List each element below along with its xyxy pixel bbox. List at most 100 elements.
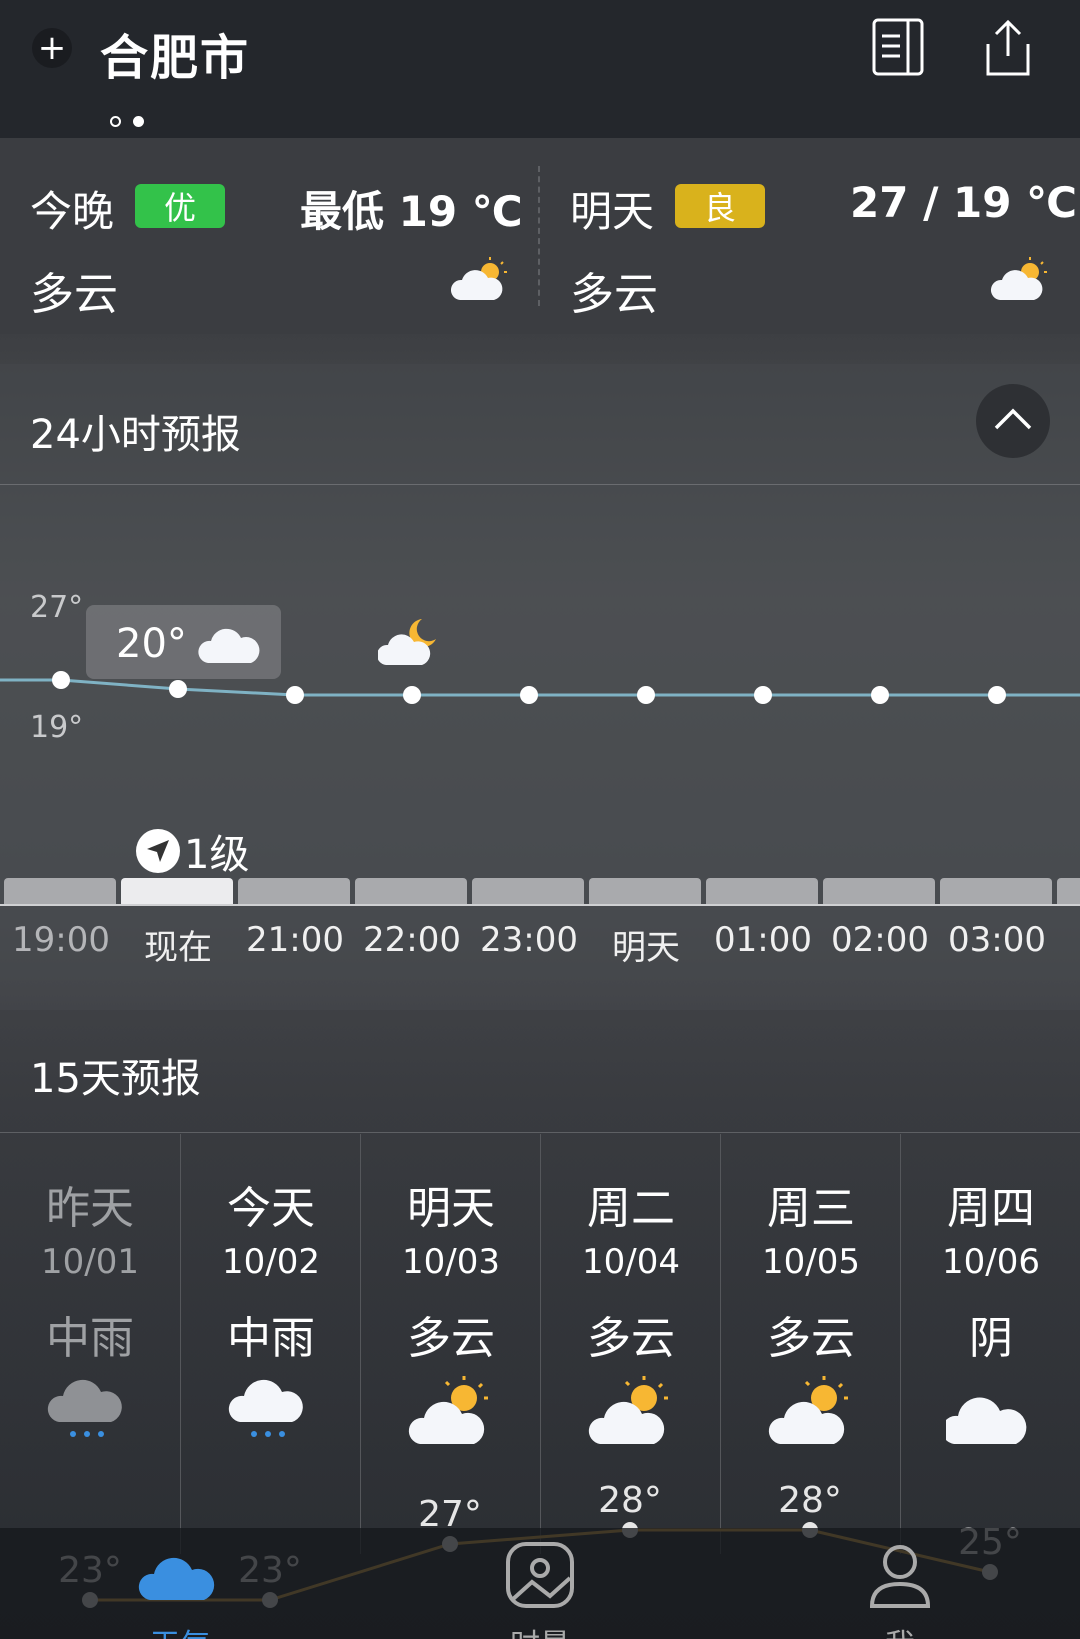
tonight-label: 今晚 [30, 187, 115, 236]
hour-label: 23:00 [480, 920, 578, 960]
hourly-title: 24小时预报 [30, 412, 241, 458]
wind-bar [472, 878, 584, 904]
wind-bar [238, 878, 350, 904]
wind-level: 1级 [136, 822, 249, 880]
aqi-text: 良 [703, 189, 736, 227]
day-name: 周四 [947, 1183, 1035, 1234]
temp-point [754, 686, 772, 704]
wind-bar [706, 878, 818, 904]
tooltip-temp: 20° [116, 621, 187, 667]
day-date: 10/01 [41, 1242, 139, 1282]
day-condition: 多云 [587, 1313, 675, 1364]
hour-label: 明天 [612, 928, 680, 968]
chevron-up-icon [994, 408, 1032, 430]
nav-label: 天气 [120, 1620, 240, 1639]
high-label: 28° [598, 1480, 662, 1521]
hourly-separator [0, 484, 1080, 485]
temp-line [0, 678, 1080, 697]
wind-bar [4, 878, 116, 904]
day-date: 10/04 [582, 1242, 680, 1282]
wind-bar [355, 878, 467, 904]
day-date: 10/06 [942, 1242, 1040, 1282]
rain-icon [228, 1379, 303, 1437]
top-bar: + 合肥市 [0, 0, 1080, 138]
wind-bar [121, 878, 233, 904]
temp-point [169, 680, 187, 698]
bottom-nav: 天气 时景 我 [0, 1528, 1080, 1639]
moon-cloud-icon [378, 619, 436, 665]
summary-panel: 今晚 优 最低 19 ℃ 多云 明天 良 27 / 19 ℃ 多云 [0, 138, 1080, 334]
partly-cloudy-icon [588, 1376, 668, 1444]
day-date: 10/05 [762, 1242, 860, 1282]
day-condition: 多云 [767, 1313, 855, 1364]
hour-label: 21:00 [246, 920, 344, 960]
photo-icon [506, 1542, 574, 1608]
hourly-times: 19:00 现在 21:00 22:00 23:00 明天 01:00 02:00 03:00 [0, 920, 1080, 970]
profile-icon [869, 1545, 931, 1608]
rain-icon [47, 1379, 122, 1437]
plus-icon: + [37, 28, 67, 68]
daily-title: 15天预报 [30, 1056, 201, 1102]
tonight-aqi-badge[interactable]: 优 [135, 184, 225, 228]
temp-point [637, 686, 655, 704]
nav-weather[interactable]: 天气 [120, 1540, 240, 1639]
day-name: 明天 [407, 1183, 495, 1234]
page-dot [110, 116, 121, 127]
day-name: 今天 [227, 1183, 315, 1234]
partly-cloudy-icon [990, 257, 1047, 300]
tomorrow-aqi-badge[interactable]: 良 [675, 184, 765, 228]
share-icon[interactable] [976, 16, 1040, 80]
page-indicator [110, 116, 144, 127]
partly-cloudy-icon [768, 1376, 848, 1444]
day-condition: 中雨 [46, 1313, 134, 1364]
add-city-button[interactable]: + [32, 28, 72, 68]
summary-divider [538, 166, 540, 306]
wind-bar [589, 878, 701, 904]
nav-profile[interactable]: 我 [840, 1540, 960, 1639]
day-condition: 阴 [969, 1313, 1013, 1364]
nav-label: 我 [840, 1620, 960, 1639]
nav-label: 时景 [480, 1620, 600, 1639]
tonight-condition: 多云 [30, 269, 118, 320]
collapse-button[interactable] [976, 384, 1050, 458]
hour-label: 22:00 [363, 920, 461, 960]
day-condition: 多云 [407, 1313, 495, 1364]
temp-point [988, 686, 1006, 704]
tomorrow-condition: 多云 [570, 269, 658, 320]
page-dot-active [133, 116, 144, 127]
hour-label: 01:00 [714, 920, 812, 960]
aqi-text: 优 [163, 189, 196, 227]
day-condition: 中雨 [227, 1313, 315, 1364]
city-title: 合肥市 [100, 30, 251, 86]
hour-label: 19:00 [12, 920, 110, 960]
day-name: 昨天 [46, 1183, 134, 1234]
tomorrow-label: 明天 [570, 187, 655, 236]
hour-label: 03:00 [948, 920, 1046, 960]
day-name: 周二 [587, 1183, 675, 1234]
wind-baseline [0, 904, 1080, 906]
temp-point [52, 671, 70, 689]
temp-point [871, 686, 889, 704]
tonight-temp: 最低 19 ℃ [300, 187, 523, 236]
temp-point [286, 686, 304, 704]
day-date: 10/03 [402, 1242, 500, 1282]
hour-label: 02:00 [831, 920, 929, 960]
cloud-icon [946, 1397, 1027, 1444]
tomorrow-temp: 27 / 19 ℃ [850, 178, 1077, 227]
wind-text: 1级 [184, 832, 250, 878]
temp-tooltip: 20° [86, 605, 281, 679]
partly-cloudy-icon [450, 257, 507, 300]
wind-bar [940, 878, 1052, 904]
day-name: 周三 [767, 1183, 855, 1234]
high-label: 28° [778, 1480, 842, 1521]
wind-bars [0, 878, 1080, 904]
nav-photo[interactable]: 时景 [480, 1540, 600, 1639]
wind-bar [1057, 878, 1080, 904]
news-icon[interactable] [868, 16, 932, 80]
weather-cloud-icon [138, 1557, 215, 1600]
partly-cloudy-icon [408, 1376, 488, 1444]
hour-label: 现在 [144, 928, 212, 968]
cloud-icon [198, 628, 260, 663]
wind-direction-icon [136, 829, 180, 873]
temp-point [520, 686, 538, 704]
